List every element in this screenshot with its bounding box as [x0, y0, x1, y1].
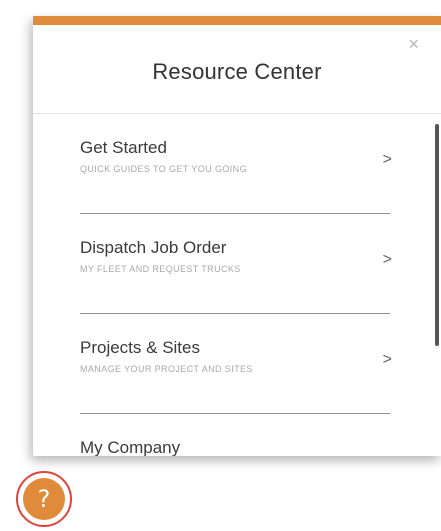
- resource-list-scroll-area[interactable]: Get Started QUICK GUIDES TO GET YOU GOIN…: [33, 114, 441, 456]
- resource-list: Get Started QUICK GUIDES TO GET YOU GOIN…: [80, 114, 392, 456]
- resource-item-title: Projects & Sites: [80, 338, 200, 357]
- resource-item-subtitle: MY FLEET AND REQUEST TRUCKS: [80, 264, 241, 274]
- resource-item-title: Get Started: [80, 138, 167, 157]
- app-screen: Resource Center × Get Started QUICK GUID…: [0, 0, 441, 531]
- chevron-right-icon: >: [382, 151, 392, 168]
- chevron-right-icon: >: [382, 251, 392, 268]
- close-icon[interactable]: ×: [408, 35, 419, 53]
- resource-item-subtitle: QUICK GUIDES TO GET YOU GOING: [80, 164, 247, 174]
- resource-item-title: My Company: [80, 438, 181, 456]
- resource-item-dispatch-job-order[interactable]: Dispatch Job Order MY FLEET AND REQUEST …: [80, 214, 392, 314]
- scrollbar-thumb[interactable]: [435, 124, 439, 346]
- resource-item-my-company[interactable]: My Company: [80, 414, 390, 456]
- resource-item-subtitle: MANAGE YOUR PROJECT AND SITES: [80, 364, 253, 374]
- resource-item-projects-sites[interactable]: Projects & Sites MANAGE YOUR PROJECT AND…: [80, 314, 392, 414]
- resource-item-get-started[interactable]: Get Started QUICK GUIDES TO GET YOU GOIN…: [80, 114, 392, 214]
- panel-title: Resource Center: [152, 59, 322, 84]
- panel-header: Resource Center ×: [33, 25, 441, 114]
- resource-item-title: Dispatch Job Order: [80, 238, 227, 257]
- question-mark-icon: ?: [23, 478, 65, 520]
- chevron-right-icon: >: [382, 351, 392, 368]
- help-button[interactable]: ?: [16, 471, 72, 527]
- resource-center-panel: Resource Center × Get Started QUICK GUID…: [33, 16, 441, 456]
